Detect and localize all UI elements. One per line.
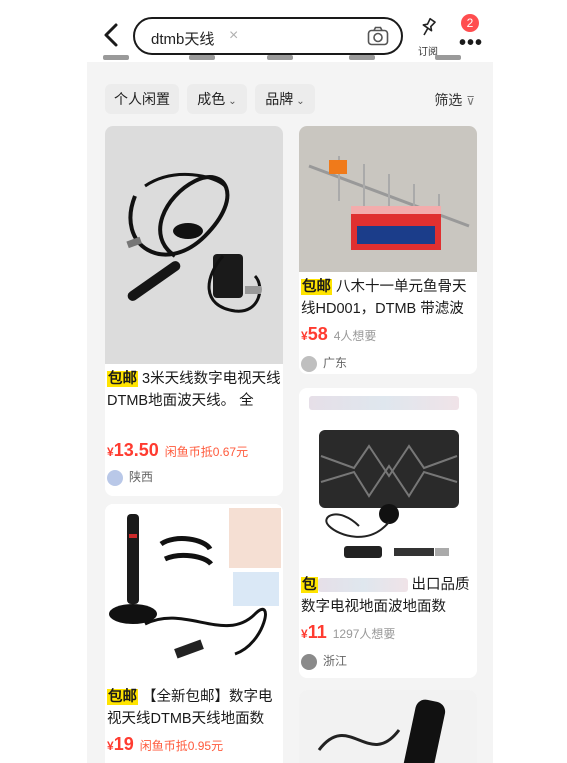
camera-icon[interactable] [367,26,389,46]
filter-button[interactable]: 筛选 ⊽ [434,90,475,110]
free-shipping-tag: 包邮 [107,689,138,705]
product-title: 包邮 3米天线数字电视天线DTMB地面波天线。 全 [105,368,283,412]
free-shipping-tag: 包邮 [107,371,138,387]
blurred-watermark [309,394,459,412]
tab-partial [267,55,293,60]
filter-chip-personal[interactable]: 个人闲置 [105,84,179,114]
filter-label: 筛选 [434,92,463,108]
filter-funnel-icon: ⊽ [466,94,475,108]
product-image [299,690,477,763]
free-shipping-tag: 包邮 [301,279,332,295]
filter-bar: 个人闲置 成色 ⌄ 品牌 ⌄ 筛选 ⊽ [87,80,493,116]
product-price: ¥19 闲鱼币抵0.95元 [107,734,224,754]
product-card[interactable]: 包 出口品质数字电视地面波地面数 ¥11 1297人想要 浙江 [299,388,477,678]
tab-partial [189,55,215,60]
product-card[interactable]: 包邮 3米天线数字电视天线DTMB地面波天线。 全 ¥13.50 闲鱼币抵0.67… [105,126,283,496]
product-title: 包邮 八木十一单元鱼骨天线HD001，DTMB 带滤波 [299,276,477,320]
seller-location: 陕西 [105,468,153,486]
tab-partial [435,55,461,60]
chevron-down-icon: ⌄ [296,96,305,107]
product-card[interactable]: 包邮 八木十一单元鱼骨天线HD001，DTMB 带滤波 ¥58 4人想要 广东 [299,126,477,374]
subscribe-button[interactable]: 订阅 [413,17,443,58]
app-screen: dtmb天线 × 订阅 2 ••• 个人闲置 成色 ⌄ 品牌 ⌄ 筛选 ⊽ 包邮… [87,0,493,763]
tab-partial [103,55,129,60]
product-card[interactable] [299,690,477,763]
coin-discount: 闲鱼币抵0.67元 [164,445,249,459]
product-image [105,126,283,364]
filter-chip-brand[interactable]: 品牌 ⌄ [255,84,315,114]
product-title: 包 出口品质数字电视地面波地面数 [299,574,477,618]
more-dots-icon: ••• [459,32,484,54]
chip-label: 个人闲置 [114,91,170,107]
product-image [105,504,283,680]
back-arrow-icon[interactable] [101,22,123,48]
more-menu-button[interactable]: 2 ••• [453,14,487,54]
top-bar: dtmb天线 × 订阅 2 ••• [87,0,493,62]
chip-label: 成色 [197,91,226,107]
want-count: 4人想要 [333,329,377,343]
search-input[interactable]: dtmb天线 × [133,17,403,55]
blurred-text [317,578,408,593]
chip-label: 品牌 [265,91,294,107]
product-image [299,416,477,572]
product-price: ¥58 4人想要 [301,324,377,344]
search-query-text: dtmb天线 [151,31,215,48]
product-card[interactable]: 包邮 【全新包邮】数字电视天线DTMB天线地面数 ¥19 闲鱼币抵0.95元 [105,504,283,763]
category-tabs-partial [87,55,493,63]
pin-icon [422,17,436,36]
product-image [299,126,477,272]
avatar [107,469,123,486]
seller-location: 广东 [299,354,347,372]
filter-chip-condition[interactable]: 成色 ⌄ [187,84,247,114]
avatar [301,355,317,372]
product-price: ¥11 1297人想要 [301,622,396,642]
product-price: ¥13.50 闲鱼币抵0.67元 [107,440,249,460]
product-title: 包邮 【全新包邮】数字电视天线DTMB天线地面数 [105,686,283,730]
coin-discount: 闲鱼币抵0.95元 [139,739,224,753]
seller-location: 浙江 [299,652,347,670]
avatar [301,653,317,670]
tab-partial [349,55,375,60]
clear-icon[interactable]: × [229,27,238,45]
notification-badge: 2 [461,14,479,32]
want-count: 1297人想要 [332,627,396,641]
chevron-down-icon: ⌄ [228,96,237,107]
free-shipping-tag: 包 [301,577,318,593]
